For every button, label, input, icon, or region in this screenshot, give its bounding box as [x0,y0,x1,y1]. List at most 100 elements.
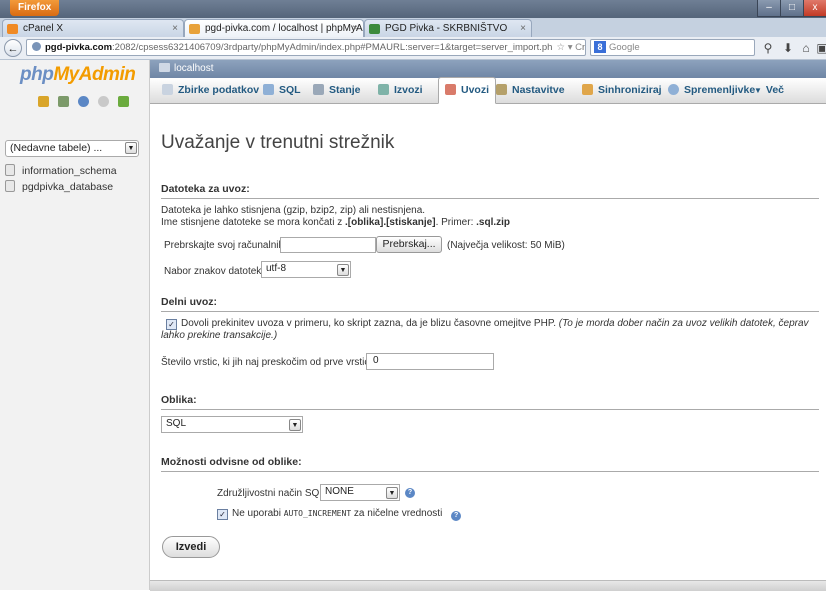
settings-icon [496,84,507,95]
phpmyadmin-icon [189,24,200,34]
addon-icon[interactable]: ▣ [814,40,826,56]
sql-compat-select[interactable]: NONE ▼ [320,484,400,501]
db-label: pgdpivka_database [22,181,114,193]
help-icon[interactable]: ? [405,488,415,498]
tab-export[interactable]: Izvozi [378,78,423,103]
tab-label: Uvozi [461,84,490,96]
tab-label: Sinhroniziraj [598,84,662,96]
go-button[interactable]: Izvedi [162,536,220,558]
breadcrumb-server[interactable]: localhost [174,63,213,74]
file-desc-line-1: Datoteka je lahko stisnjena (gzip, bzip2… [161,205,426,216]
browse-button[interactable]: Prebrskaj... [376,236,442,253]
google-icon[interactable]: 8 [594,41,606,53]
file-desc-pattern: .[oblika].[stiskanje] [344,217,436,228]
cpanel-icon [7,24,18,34]
chevron-down-icon[interactable]: ▼ [337,264,349,276]
skip-rows-input[interactable]: 0 [366,353,494,370]
tab-label: Nastavitve [512,84,565,96]
recent-tables-select[interactable]: (Nedavne tabele) ... ▼ [5,140,139,157]
browser-tab-cpanel[interactable]: cPanel X × [2,19,184,37]
max-size-note: (Največja velikost: 50 MiB) [447,240,565,251]
tab-synchronize[interactable]: Sinhroniziraj [582,78,662,103]
browser-tab-phpmyadmin[interactable]: pgd-pivka.com / localhost | phpMyA... × [184,19,364,37]
chevron-down-icon: ▼ [754,86,762,95]
breadcrumb: localhost [150,60,826,78]
tab-label: Izvozi [394,84,423,96]
sql-icon [263,84,274,95]
help-icon[interactable] [78,96,90,107]
home-icon[interactable]: ⌂ [798,40,814,56]
reload-navigation-icon[interactable] [118,96,130,107]
site-identity-icon[interactable] [32,42,41,51]
tab-label: cPanel X [23,23,64,34]
phpmyadmin-logo[interactable]: phpMyAdmin [20,64,136,86]
no-autoincrement-checkbox[interactable]: ✓ [217,509,228,520]
no-autoincrement-option[interactable]: ✓ Ne uporabi AUTO_INCREMENT za ničelne vr… [217,508,462,521]
status-icon [313,84,324,95]
section-format: Oblika: [161,394,819,410]
import-page: Uvažanje v trenutni strežnik Datoteka za… [150,104,826,590]
tab-status[interactable]: Stanje [313,78,361,103]
skip-rows-label: Število vrstic, ki jih naj preskočim od … [161,357,378,368]
minimize-button[interactable]: – [757,0,781,17]
maximize-button[interactable]: □ [780,0,804,17]
url-bar[interactable]: pgd-pivka.com:2082/cpsess6321406709/3rdp… [26,39,586,56]
tab-label: Več [765,84,785,96]
server-icon [159,63,170,72]
tab-close-icon[interactable]: × [520,20,526,37]
sidebar-quick-icons [38,96,135,110]
format-select[interactable]: SQL ▼ [161,416,303,433]
download-icon[interactable]: ⬇ [780,40,796,56]
tab-sql[interactable]: SQL [263,78,301,103]
url-host: pgd-pivka.com [45,42,113,53]
pma-top-menu: Zbirke podatkov SQL Stanje Izvozi Uvozi … [150,77,826,104]
no-autoincrement-code: AUTO_INCREMENT [283,509,352,518]
close-window-button[interactable]: x [803,0,826,17]
browser-navbar: ← pgd-pivka.com:2082/cpsess6321406709/3r… [0,37,826,60]
url-path: :2082/cpsess6321406709/3rdparty/phpMyAdm… [112,42,586,53]
chevron-down-icon[interactable]: ▼ [386,487,398,499]
help-icon[interactable]: ? [451,511,462,521]
docs-icon[interactable] [98,96,110,107]
tab-label: Spremenljivke [684,84,756,96]
export-icon [378,84,389,95]
bookmark-star-icon[interactable]: ☆ [557,42,566,53]
allow-interrupt-label: Dovoli prekinitev uvoza v primeru, ko sk… [181,318,556,329]
databases-icon [162,84,173,95]
tab-settings[interactable]: Nastavitve [496,78,565,103]
firefox-menu-button[interactable]: Firefox [10,0,60,16]
back-button[interactable]: ← [4,39,22,57]
file-desc-text: Ime stisnjene datoteke se mora končati z [161,217,345,228]
search-box[interactable]: 8 Google [590,39,755,56]
tab-close-icon[interactable]: × [172,20,178,37]
chevron-down-icon[interactable]: ▼ [289,419,301,431]
browser-titlebar: Firefox – □ x [0,0,826,18]
database-icon [5,164,15,176]
section-partial-import: Delni uvoz: [161,296,819,312]
reload-icon[interactable]: C [575,42,582,53]
allow-interrupt-checkbox[interactable]: ✓ [166,319,177,330]
tab-more[interactable]: ▼ Več [754,78,784,103]
sql-compat-value: NONE [325,486,354,497]
section-file-to-import: Datoteka za uvoz: [161,183,819,199]
tab-variables[interactable]: Spremenljivke [668,78,755,103]
db-item-information-schema[interactable]: information_schema [5,163,117,179]
chevron-down-icon[interactable]: ▼ [125,142,137,154]
dropdown-arrow-icon[interactable]: ▾ [568,42,573,53]
charset-select[interactable]: utf-8 ▼ [261,261,351,278]
logout-icon[interactable] [58,96,70,107]
import-icon [445,84,456,95]
file-path-field[interactable] [280,237,376,253]
tab-close-icon[interactable]: × [352,20,358,37]
db-item-pgdpivka-database[interactable]: pgdpivka_database [5,179,117,195]
tab-label: SQL [279,84,301,96]
format-value: SQL [166,418,187,429]
tab-databases[interactable]: Zbirke podatkov [162,78,259,103]
browser-tab-pgd[interactable]: PGD Pivka - SKRBNIŠTVO × [364,19,532,37]
home-icon[interactable] [38,96,49,107]
allow-interrupt-option[interactable]: ✓ Dovoli prekinitev uvoza v primeru, ko s… [161,318,821,342]
variables-icon [668,84,679,95]
tab-import[interactable]: Uvozi [438,77,497,104]
search-icon[interactable]: ⚲ [760,40,776,56]
sync-icon [582,84,593,95]
